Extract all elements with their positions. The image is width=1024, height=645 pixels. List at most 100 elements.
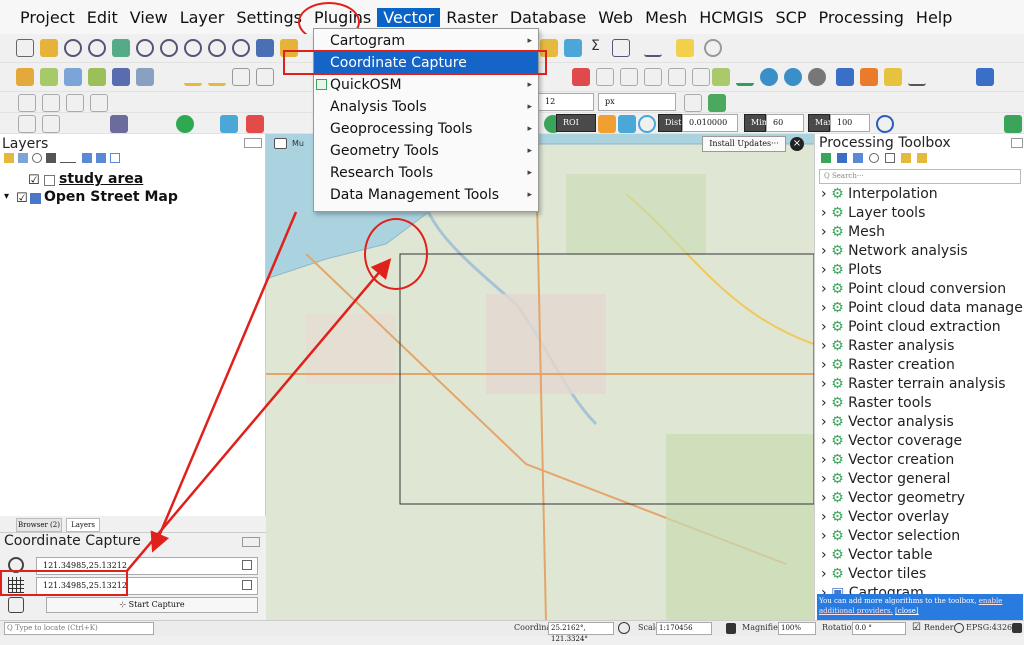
identify-icon[interactable] [18, 115, 36, 133]
split-icon[interactable] [66, 94, 84, 112]
symbol-unit-select[interactable]: px [598, 93, 676, 111]
chrome-icon[interactable] [176, 115, 194, 133]
style-icon[interactable] [860, 68, 878, 86]
refresh-icon[interactable] [256, 39, 274, 57]
select-features-icon[interactable] [42, 115, 60, 133]
expand-arrow-icon[interactable]: › [821, 186, 827, 202]
track-mouse-icon[interactable] [8, 597, 24, 613]
toolbox-group-vector-tiles[interactable]: › ⚙ Vector tiles [821, 566, 926, 582]
dock-tab-layers[interactable]: Layers [66, 518, 100, 532]
plus-icon[interactable] [618, 115, 636, 133]
open-styling-icon[interactable] [4, 153, 14, 163]
menu-mesh[interactable]: Mesh [639, 8, 693, 27]
render-checkbox[interactable]: ☑ [912, 622, 921, 633]
layout-icon[interactable] [884, 68, 902, 86]
toolbox-group-vector-overlay[interactable]: › ⚙ Vector overlay [821, 509, 949, 525]
magnifier-field[interactable]: 100% [778, 622, 816, 635]
scripts-icon[interactable] [837, 153, 847, 163]
symbol-size-field[interactable]: 12 [538, 93, 594, 111]
toolbox-group-raster-terrain-analysis[interactable]: › ⚙ Raster terrain analysis [821, 376, 1006, 392]
trace-icon[interactable] [708, 94, 726, 112]
menu-hcmgis[interactable]: HCMGIS [693, 8, 769, 27]
collapse-arrow-icon[interactable]: ▾ [4, 191, 9, 202]
flag-icon[interactable] [246, 115, 264, 133]
toolbox-group-vector-creation[interactable]: › ⚙ Vector creation [821, 452, 954, 468]
menu-item-data-management-tools[interactable]: Data Management Tools ▸ [314, 184, 538, 206]
sum-icon[interactable]: Σ [588, 38, 606, 57]
pan-to-selection-icon[interactable] [40, 39, 58, 57]
toolbox-group-plots[interactable]: › ⚙ Plots [821, 262, 882, 278]
menu-database[interactable]: Database [504, 8, 592, 27]
expand-arrow-icon[interactable]: › [821, 338, 827, 354]
shield-icon[interactable] [110, 115, 128, 133]
digitize-shape-icon[interactable] [18, 94, 36, 112]
copy-icon[interactable] [620, 68, 638, 86]
expand-arrow-icon[interactable]: › [821, 452, 827, 468]
menu-item-research-tools[interactable]: Research Tools ▸ [314, 162, 538, 184]
vertex-tool-icon[interactable] [42, 94, 60, 112]
locator-icon[interactable] [704, 39, 722, 57]
expand-arrow-icon[interactable]: › [821, 547, 827, 563]
table-icon[interactable] [612, 39, 630, 57]
edit-features-icon[interactable] [901, 153, 911, 163]
menu-web[interactable]: Web [592, 8, 639, 27]
toolbox-info-close[interactable]: [close] [895, 607, 919, 615]
toolbox-search-input[interactable]: Q Search··· [819, 169, 1021, 184]
edit-pencil-icon[interactable] [184, 68, 202, 86]
menu-view[interactable]: View [124, 8, 174, 27]
start-capture-button[interactable]: ⊹ Start Capture [46, 597, 258, 613]
signature-icon[interactable] [598, 115, 616, 133]
map-tip-icon[interactable] [274, 138, 287, 149]
locator-input[interactable]: Q Type to locate (Ctrl+K) [4, 622, 154, 635]
delete-icon[interactable] [572, 68, 590, 86]
expand-arrow-icon[interactable]: › [821, 471, 827, 487]
copy-icon[interactable] [242, 580, 252, 590]
add-delimited-icon[interactable] [136, 68, 154, 86]
toolbox-group-vector-table[interactable]: › ⚙ Vector table [821, 547, 933, 563]
menu-settings[interactable]: Settings [230, 8, 308, 27]
panel-float-close-icon[interactable] [244, 138, 262, 148]
expand-arrow-icon[interactable]: › [821, 566, 827, 582]
triangle-icon[interactable] [736, 68, 754, 86]
min-field[interactable]: 60 [766, 114, 804, 132]
crs-globe-icon[interactable] [954, 623, 964, 633]
dock-tab-browser[interactable]: Browser (2) [16, 518, 62, 532]
menu-item-quickosm[interactable]: QuickOSM ▸ [314, 74, 538, 96]
zoom-in-icon[interactable] [64, 39, 82, 57]
toolbox-group-point-cloud-extraction[interactable]: › ⚙ Point cloud extraction [821, 319, 1001, 335]
data-source-icon[interactable] [16, 68, 34, 86]
panel-float-close-icon[interactable] [242, 537, 260, 547]
paste-icon[interactable] [644, 68, 662, 86]
toolbox-group-raster-tools[interactable]: › ⚙ Raster tools [821, 395, 931, 411]
zoom-native-icon[interactable] [208, 39, 226, 57]
zoom-last-icon[interactable] [160, 39, 178, 57]
panel-float-icon[interactable] [1011, 138, 1023, 148]
menu-raster[interactable]: Raster [440, 8, 504, 27]
toolbox-group-vector-selection[interactable]: › ⚙ Vector selection [821, 528, 960, 544]
menu-edit[interactable]: Edit [81, 8, 124, 27]
menu-item-cartogram[interactable]: Cartogram ▸ [314, 30, 538, 52]
redo-icon[interactable] [692, 68, 710, 86]
collapse-all-icon[interactable] [96, 153, 106, 163]
add-mesh-icon[interactable] [112, 68, 130, 86]
toolbox-group-vector-coverage[interactable]: › ⚙ Vector coverage [821, 433, 962, 449]
raster-calc-icon[interactable] [220, 115, 238, 133]
menu-project[interactable]: Project [14, 8, 81, 27]
toolbox-group-network-analysis[interactable]: › ⚙ Network analysis [821, 243, 968, 259]
digitize-icon[interactable] [208, 68, 226, 86]
expand-arrow-icon[interactable]: › [821, 281, 827, 297]
expand-arrow-icon[interactable]: › [821, 224, 827, 240]
options-icon[interactable] [917, 153, 927, 163]
menu-vector[interactable]: Vector [377, 7, 441, 27]
toolbox-group-mesh[interactable]: › ⚙ Mesh [821, 224, 885, 240]
toolbox-group-interpolation[interactable]: › ⚙ Interpolation [821, 186, 938, 202]
toolbox-group-point-cloud-data-management[interactable]: › ⚙ Point cloud data manage… [821, 300, 1024, 316]
search-features-icon[interactable] [876, 115, 894, 133]
expand-arrow-icon[interactable]: › [821, 262, 827, 278]
models-icon[interactable] [821, 153, 831, 163]
annotation-icon[interactable] [676, 39, 694, 57]
scale-field[interactable]: 1:170456 [656, 622, 712, 635]
add-raster-icon[interactable] [88, 68, 106, 86]
max-field[interactable]: 100 [830, 114, 870, 132]
menu-item-geometry-tools[interactable]: Geometry Tools ▸ [314, 140, 538, 162]
